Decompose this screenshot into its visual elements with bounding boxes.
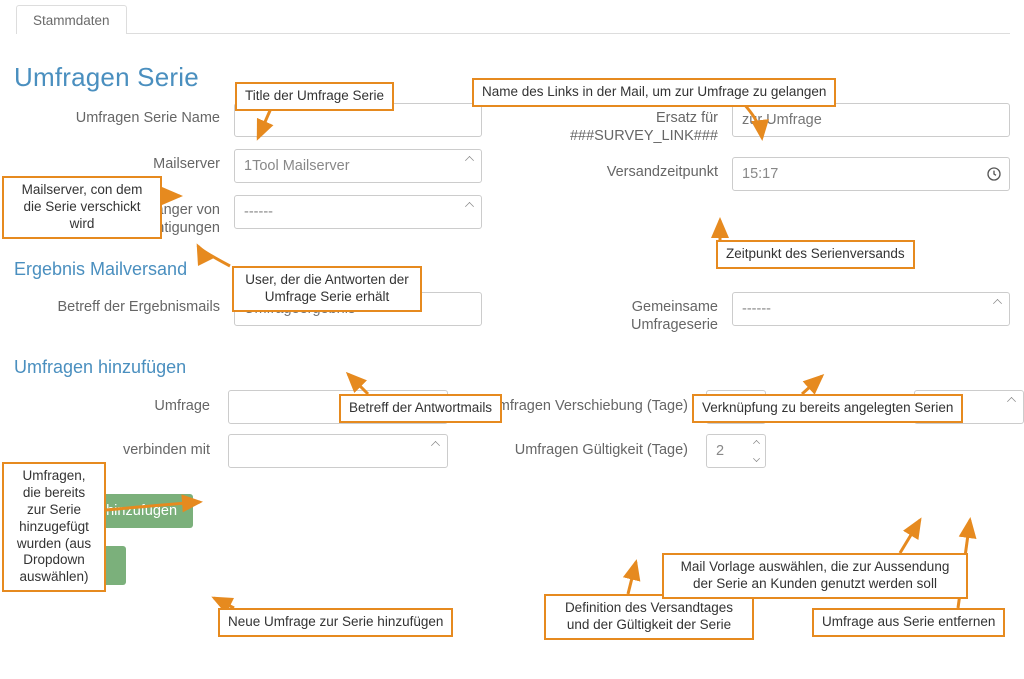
annotation-add-survey: Neue Umfrage zur Serie hinzufügen bbox=[218, 608, 453, 637]
annotation-shared-series: Verknüpfung zu bereits angelegten Serien bbox=[692, 394, 963, 423]
annotation-mailserver: Mailserver, con dem die Serie verschickt… bbox=[2, 176, 162, 239]
label-mailserver: Mailserver bbox=[14, 149, 234, 173]
recipients-select[interactable]: ------ bbox=[234, 195, 482, 229]
label-series-name: Umfragen Serie Name bbox=[14, 103, 234, 127]
send-time-input[interactable] bbox=[732, 157, 1010, 191]
shared-series-select[interactable]: ------ bbox=[732, 292, 1010, 326]
clock-icon bbox=[979, 166, 1009, 182]
validity-days-input[interactable] bbox=[706, 434, 766, 468]
link-replace-input[interactable] bbox=[732, 103, 1010, 137]
annotation-send-time: Zeitpunkt des Serienversands bbox=[716, 240, 915, 269]
mailserver-select[interactable]: 1Tool Mailserver bbox=[234, 149, 482, 183]
annotation-recipients: User, der die Antworten der Umfrage Seri… bbox=[232, 266, 422, 312]
label-send-time: Versandzeitpunkt bbox=[542, 157, 732, 181]
label-survey: Umfrage bbox=[14, 398, 214, 415]
annotation-mail-template: Mail Vorlage auswählen, die zur Aussendu… bbox=[662, 553, 968, 599]
annotation-send-day-validity: Definition des Versandtages und der Gült… bbox=[544, 594, 754, 640]
annotation-title: Title der Umfrage Serie bbox=[235, 82, 394, 111]
label-shared-series: Gemeinsame Umfrageserie bbox=[542, 292, 732, 334]
annotation-remove: Umfrage aus Serie entfernen bbox=[812, 608, 1005, 637]
annotation-existing-surveys: Umfragen, die bereits zur Serie hinzugef… bbox=[2, 462, 106, 592]
label-validity-days: Umfragen Gültigkeit (Tage) bbox=[462, 442, 692, 459]
annotation-subject: Betreff der Antwortmails bbox=[339, 394, 502, 423]
annotation-link-name: Name des Links in der Mail, um zur Umfra… bbox=[472, 78, 836, 107]
label-connect-with: verbinden mit bbox=[14, 442, 214, 459]
label-link-replace: Ersatz für ###SURVEY_LINK### bbox=[542, 103, 732, 145]
label-subject: Betreff der Ergebnismails bbox=[14, 292, 234, 316]
tab-stammdaten[interactable]: Stammdaten bbox=[16, 5, 127, 34]
connect-with-select[interactable] bbox=[228, 434, 448, 468]
section-add-heading: Umfragen hinzufügen bbox=[14, 357, 1010, 378]
